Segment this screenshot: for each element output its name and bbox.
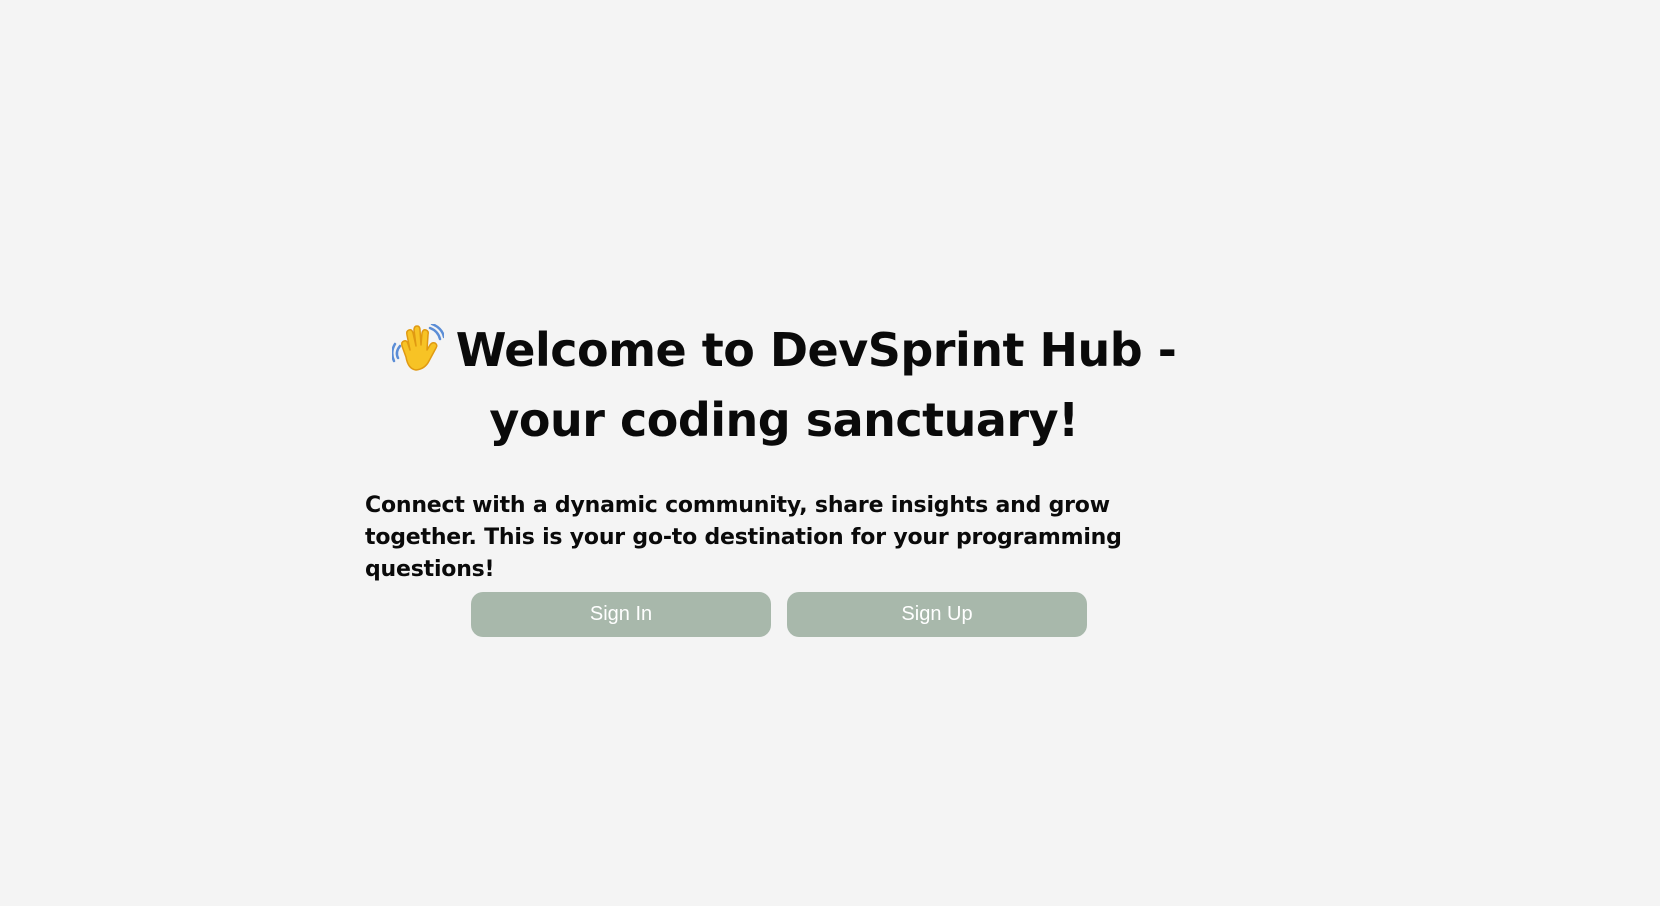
auth-actions: Sign In Sign Up [471,592,1087,637]
page-subtitle: Connect with a dynamic community, share … [365,493,1122,582]
hero-section: Welcome to DevSprint Hub - your coding s… [349,318,1219,586]
page-title: Welcome to DevSprint Hub - your coding s… [349,318,1219,452]
sign-in-button[interactable]: Sign In [471,592,771,637]
waving-hand-icon [390,322,445,388]
sign-up-button[interactable]: Sign Up [787,592,1087,637]
page-title-text: Welcome to DevSprint Hub - your coding s… [455,323,1177,447]
